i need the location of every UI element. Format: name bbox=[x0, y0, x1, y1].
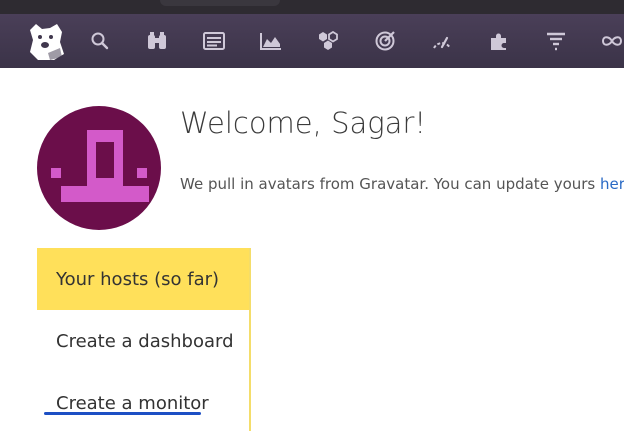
top-navigation-bar bbox=[0, 14, 624, 68]
binoculars-icon[interactable] bbox=[143, 27, 171, 55]
apm-icon[interactable] bbox=[428, 27, 456, 55]
monitors-icon[interactable] bbox=[371, 27, 399, 55]
page-title: Welcome, Sagar! bbox=[180, 106, 426, 140]
integrations-icon[interactable] bbox=[314, 27, 342, 55]
plugins-icon[interactable] bbox=[485, 27, 513, 55]
step-create-dashboard[interactable]: Create a dashboard bbox=[37, 310, 249, 372]
metrics-icon[interactable] bbox=[257, 27, 285, 55]
search-icon[interactable] bbox=[86, 27, 114, 55]
infinity-icon[interactable] bbox=[598, 27, 624, 55]
highlight-underline bbox=[44, 412, 201, 415]
onboarding-steps: Your hosts (so far) Create a dashboard C… bbox=[37, 248, 251, 431]
logs-icon[interactable] bbox=[542, 27, 570, 55]
step-your-hosts[interactable]: Your hosts (so far) bbox=[37, 248, 249, 310]
browser-tab[interactable] bbox=[160, 0, 280, 6]
avatar bbox=[37, 106, 161, 230]
step-create-monitor[interactable]: Create a monitor bbox=[37, 372, 249, 434]
dashboard-icon[interactable] bbox=[200, 27, 228, 55]
gravatar-link[interactable]: here bbox=[600, 175, 624, 193]
datadog-logo[interactable] bbox=[24, 20, 68, 64]
avatar-help-text: We pull in avatars from Gravatar. You ca… bbox=[180, 175, 624, 193]
avatar-help-prefix: We pull in avatars from Gravatar. You ca… bbox=[180, 175, 600, 193]
window-top-strip bbox=[0, 0, 624, 14]
